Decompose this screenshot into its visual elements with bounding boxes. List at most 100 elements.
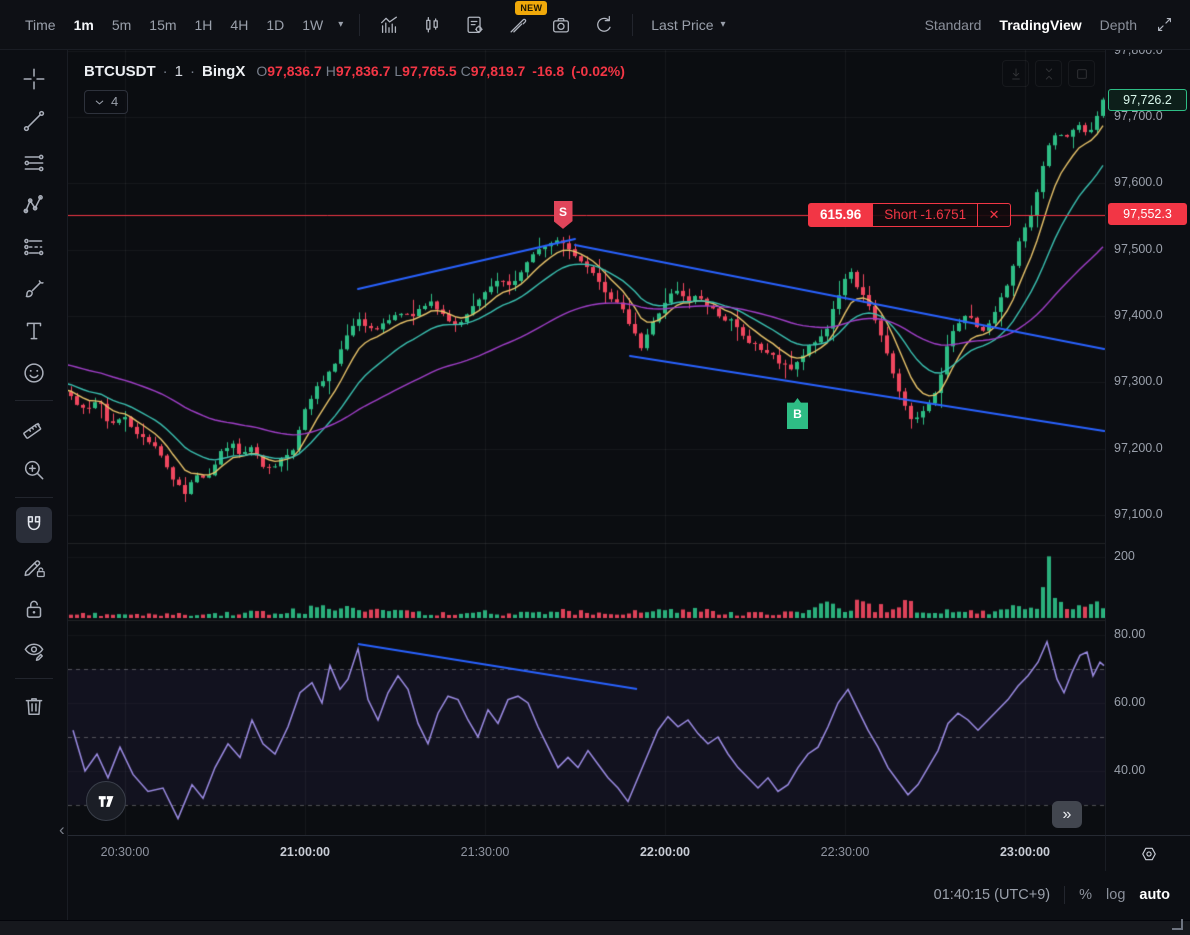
short-position-price-badge: 97,552.3 <box>1108 203 1187 225</box>
timeframe-1w[interactable]: 1W <box>293 13 332 37</box>
legend-separator: · <box>163 63 168 81</box>
chart-tabs: Standard TradingView Depth <box>925 17 1137 33</box>
scroll-to-latest-button[interactable]: » <box>1052 801 1082 828</box>
ohlc-key: C <box>461 63 471 79</box>
buy-marker-label: B <box>793 407 802 429</box>
price-tick-label: 97,700.0 <box>1114 109 1163 123</box>
ohlc-value: 97,836.7 <box>336 63 391 79</box>
resize-handle[interactable] <box>1172 919 1183 930</box>
hidden-indicator-count: 4 <box>111 93 118 111</box>
sell-marker-label: S <box>559 205 567 229</box>
price-tick-label: 97,200.0 <box>1114 441 1163 455</box>
tab-depth[interactable]: Depth <box>1100 17 1137 33</box>
axis-settings-button[interactable] <box>1105 835 1190 871</box>
symbol-exchange: BingX <box>202 63 245 81</box>
timeframe-list: Time1m5m15m1H4H1D1W <box>16 13 332 37</box>
hidden-indicators-chip[interactable]: 4 <box>84 90 128 114</box>
tab-tradingview[interactable]: TradingView <box>999 17 1081 33</box>
tool-divider <box>15 400 53 401</box>
toolbar-divider <box>359 14 360 36</box>
time-axis[interactable]: 20:30:0021:00:0021:30:0022:00:0022:30:00… <box>68 835 1105 871</box>
rsi-tick-label: 40.00 <box>1114 763 1145 777</box>
chevron-down-icon <box>94 97 105 108</box>
tool-horizontal-lines-icon[interactable] <box>12 142 56 184</box>
draw-tool-icon[interactable]: NEW <box>499 9 536 41</box>
timeframe-1m[interactable]: 1m <box>65 13 103 37</box>
top-toolbar: Time1m5m15m1H4H1D1W ▾ NEW Last Price ▾ S… <box>0 0 1190 50</box>
template-settings-icon[interactable] <box>456 9 493 41</box>
tool-magnet-icon[interactable] <box>16 507 52 543</box>
tool-drawing-lock-icon[interactable] <box>12 546 56 588</box>
tool-trend-line-icon[interactable] <box>12 100 56 142</box>
last-price-badge: 97,726.2 <box>1108 89 1187 111</box>
tool-long-short-projection-icon[interactable] <box>12 226 56 268</box>
symbol-name: BTCUSDT <box>84 63 156 81</box>
tool-xabcd-pattern-icon[interactable] <box>12 184 56 226</box>
bottom-status-bar: 01:40:15 (UTC+9) % log auto <box>0 870 1190 920</box>
candle-style-icon[interactable] <box>413 9 450 41</box>
price-axis[interactable]: 97,726.2 97,552.3 97,800.0 97,700.0 97,600… <box>1105 50 1190 835</box>
tool-divider <box>15 497 53 498</box>
timeframe-5m[interactable]: 5m <box>103 13 140 37</box>
price-tick-label: 97,600.0 <box>1114 175 1163 189</box>
collapse-icon[interactable] <box>1035 60 1062 87</box>
footer-strip <box>0 920 1190 935</box>
position-amount-label[interactable]: 615.96 <box>808 203 873 227</box>
ohlc-key: H <box>326 63 336 79</box>
symbol-interval: 1 <box>175 63 183 81</box>
ohlc-value: 97,819.7 <box>471 63 526 79</box>
tool-text-icon[interactable] <box>12 310 56 352</box>
chart-tab-group: Standard TradingView Depth <box>925 15 1174 34</box>
price-mode-dropdown[interactable]: Last Price ▾ <box>651 17 725 33</box>
ohlc-key: L <box>394 63 402 79</box>
trading-chart-app: Time1m5m15m1H4H1D1W ▾ NEW Last Price ▾ S… <box>0 0 1190 935</box>
percent-scale-toggle[interactable]: % <box>1079 887 1092 903</box>
move-down-icon[interactable] <box>1002 60 1029 87</box>
tab-standard[interactable]: Standard <box>925 17 982 33</box>
legend-separator: · <box>190 63 195 81</box>
tool-ruler-icon[interactable] <box>12 407 56 449</box>
timeframe-1h[interactable]: 1H <box>186 13 222 37</box>
price-tick-label: 97,300.0 <box>1114 374 1163 388</box>
price-tick-label: 97,800.0 <box>1114 50 1163 57</box>
price-mode-label: Last Price <box>651 17 713 33</box>
volume-tick-label: 200 <box>1114 549 1135 563</box>
indicators-icon[interactable] <box>370 9 407 41</box>
tool-zoom-in-icon[interactable] <box>12 449 56 491</box>
collapse-toolbar-icon[interactable]: ‹ <box>59 820 65 840</box>
log-scale-toggle[interactable]: log <box>1106 887 1125 903</box>
legend-symbol-row[interactable]: BTCUSDT · 1 · BingX O97,836.7H97,836.7L9… <box>84 62 625 81</box>
auto-scale-toggle[interactable]: auto <box>1139 887 1170 903</box>
camera-icon[interactable] <box>542 9 579 41</box>
tool-brush-icon[interactable] <box>12 268 56 310</box>
close-position-button[interactable]: ✕ <box>977 203 1011 227</box>
timeframe-time[interactable]: Time <box>16 13 65 37</box>
candlestick-chart-canvas[interactable] <box>68 50 1105 835</box>
time-tick-label: 21:30:00 <box>461 845 510 859</box>
clock-timezone[interactable]: 01:40:15 (UTC+9) <box>934 887 1050 903</box>
timeframe-dropdown-caret[interactable]: ▾ <box>338 19 343 30</box>
drawing-toolbar <box>0 50 68 920</box>
toolbar-icon-group: NEW <box>370 9 622 41</box>
tool-trash-icon[interactable] <box>12 685 56 727</box>
timeframe-1d[interactable]: 1D <box>257 13 293 37</box>
toolbar-divider <box>632 14 633 36</box>
tool-hide-drawings-icon[interactable] <box>12 630 56 672</box>
tool-crosshair-icon[interactable] <box>12 58 56 100</box>
price-change: -16.8 <box>532 62 564 80</box>
refresh-icon[interactable] <box>585 9 622 41</box>
fullscreen-icon[interactable] <box>1155 15 1174 34</box>
ohlc-value: 97,836.7 <box>267 63 322 79</box>
timeframe-15m[interactable]: 15m <box>140 13 185 37</box>
tool-emoji-icon[interactable] <box>12 352 56 394</box>
ohlc-values: O97,836.7H97,836.7L97,765.5C97,819.7 <box>252 62 525 81</box>
position-pnl-label[interactable]: Short -1.6751 <box>872 203 978 227</box>
maximize-icon[interactable] <box>1068 60 1095 87</box>
timeframe-4h[interactable]: 4H <box>221 13 257 37</box>
tv-logo-glyph <box>97 793 116 810</box>
tradingview-logo[interactable] <box>86 781 126 821</box>
gear-icon <box>1139 844 1159 864</box>
tool-lock-all-icon[interactable] <box>12 588 56 630</box>
price-change-percent: (-0.02%) <box>571 62 625 80</box>
ohlc-value: 97,765.5 <box>402 63 457 79</box>
